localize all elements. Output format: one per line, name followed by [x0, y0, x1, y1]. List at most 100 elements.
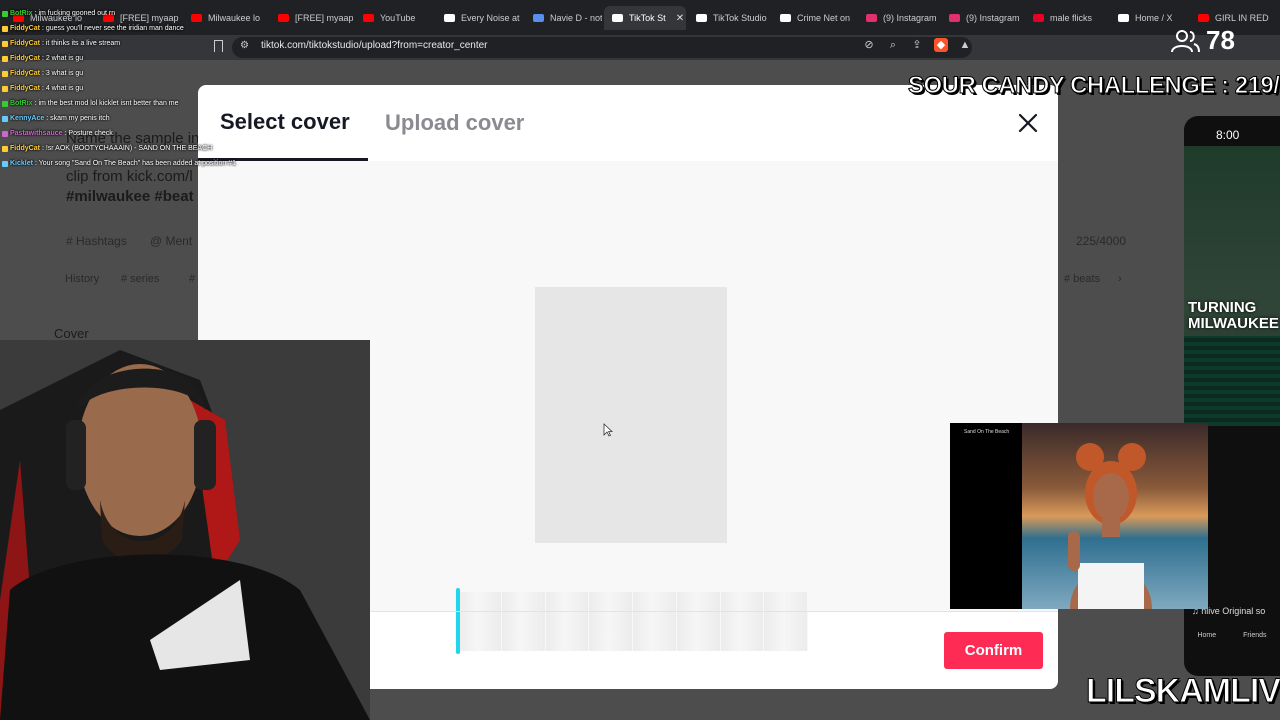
music-video-overlay: Sand On The Beach	[950, 423, 1208, 609]
share-icon[interactable]: ⇪	[910, 38, 924, 52]
tab-favicon-icon	[949, 14, 960, 22]
chat-username: FiddyCat	[10, 55, 40, 62]
video-scene	[1022, 423, 1208, 609]
chat-username: Pastawithsauce	[10, 130, 63, 137]
browser-tab-label: TikTok Studio	[713, 13, 767, 23]
chat-username: BotRix	[10, 10, 33, 17]
tab-favicon-icon	[696, 14, 707, 22]
char-counter: 225/4000	[1076, 234, 1127, 248]
chat-message: FiddyCat: !sr AOK (BOOTYCHAAAIN) - SAND …	[2, 141, 302, 156]
browser-tab[interactable]: male flicks	[1025, 6, 1108, 30]
filmstrip-frame[interactable]	[676, 592, 721, 651]
video-title: Sand On The Beach	[964, 429, 1010, 435]
browser-tab[interactable]: Navie D - noti	[525, 6, 602, 30]
phone-nav-friends: Friends	[1243, 632, 1267, 639]
tab-upload-cover[interactable]: Upload cover	[385, 110, 524, 136]
video-character	[1068, 443, 1152, 609]
phone-time: 8:00	[1216, 128, 1240, 142]
chat-text: : it thinks its a live stream	[41, 40, 121, 47]
chat-badge-icon	[2, 100, 8, 107]
chat-message: Pastawithsauce: Posture check	[2, 126, 302, 141]
filmstrip-frame[interactable]	[589, 592, 633, 651]
chat-badge-icon	[2, 55, 8, 62]
rewards-icon[interactable]: ▲	[958, 38, 972, 52]
chat-username: BotRix	[10, 100, 33, 107]
tab-favicon-icon	[780, 14, 791, 22]
frame-selector-handle[interactable]	[456, 588, 460, 654]
viewer-count: 78	[1170, 25, 1235, 56]
chat-badge-icon	[2, 160, 8, 167]
browser-tab-label: Crime Net on	[797, 13, 851, 23]
filmstrip-frame[interactable]	[458, 592, 502, 651]
chat-username: FiddyCat	[10, 70, 40, 77]
browser-tab[interactable]: Every Noise at	[436, 6, 523, 30]
tab-favicon-icon	[866, 14, 877, 22]
tab-favicon-icon	[612, 14, 623, 22]
chat-username: FiddyCat	[10, 85, 40, 92]
zoom-icon[interactable]: ⌕	[886, 38, 900, 52]
chip-beats[interactable]: # beats	[1064, 273, 1100, 285]
mention-button[interactable]: @ Ment	[150, 234, 192, 248]
description-line: #milwaukee #beat	[66, 188, 194, 205]
browser-tab-label: Home / X	[1135, 13, 1173, 23]
browser-tab-label: YouTube	[380, 13, 416, 23]
filmstrip-frame[interactable]	[501, 592, 546, 651]
chat-text: : skam my penis itch	[46, 115, 110, 122]
chat-username: FiddyCat	[10, 25, 40, 32]
close-icon[interactable]	[1016, 111, 1040, 135]
frame-filmstrip[interactable]	[458, 592, 808, 651]
tab-favicon-icon	[363, 14, 374, 22]
chat-message: Kicklet: Your song "Sand On The Beach" h…	[2, 156, 302, 171]
browser-tab[interactable]: Crime Net on	[772, 6, 856, 30]
stream-chat: BotRix: im fucking gooned out rn FiddyCat…	[2, 6, 302, 171]
filmstrip-frame[interactable]	[633, 592, 677, 651]
browser-tab[interactable]: (9) Instagram	[941, 6, 1023, 30]
browser-toolbar: ⊘ ⌕ ⇪ ◆ ▲	[862, 38, 972, 52]
tab-favicon-icon	[1198, 14, 1209, 22]
chat-text: : Your song "Sand On The Beach" has been…	[34, 160, 236, 167]
browser-tab-label: (9) Instagram	[966, 13, 1020, 23]
cover-preview-frame	[535, 287, 727, 543]
viewers-icon	[1171, 29, 1200, 52]
filmstrip-frame[interactable]	[720, 592, 765, 651]
chat-message: FiddyCat: 3 what is gu	[2, 66, 302, 81]
browser-tab-label: Navie D - noti	[550, 13, 602, 23]
browser-tab-label: [FREE] myaap	[295, 13, 353, 23]
browser-tab[interactable]: (9) Instagram	[858, 6, 939, 30]
chat-message: FiddyCat: 2 what is gu	[2, 51, 302, 66]
reader-off-icon[interactable]: ⊘	[862, 38, 876, 52]
chat-message: BotRix: im the best mod lol kicklet isnt…	[2, 96, 302, 111]
chat-badge-icon	[2, 25, 8, 32]
chat-badge-icon	[2, 145, 8, 152]
hashtags-button[interactable]: # Hashtags	[66, 234, 127, 248]
browser-tab[interactable]: YouTube	[355, 6, 434, 30]
chip-hash[interactable]: #	[189, 273, 195, 285]
brave-shield-icon[interactable]: ◆	[934, 38, 948, 52]
chat-text: : im the best mod lol kicklet isnt bette…	[34, 100, 179, 107]
filmstrip-frame[interactable]	[545, 592, 590, 651]
chip-history[interactable]: History	[65, 273, 99, 285]
browser-tab[interactable]: TikTok St ✕	[604, 6, 686, 30]
chevron-right-icon[interactable]: ›	[1118, 273, 1122, 285]
chat-text: : guess you'll never see the iridian man…	[41, 25, 184, 32]
chat-text: : 2 what is gu	[41, 55, 84, 62]
chat-text: : 3 what is gu	[41, 70, 84, 77]
chat-username: KennyAce	[10, 115, 45, 122]
phone-nav-home: Home	[1197, 632, 1217, 639]
mouse-cursor-icon	[603, 423, 613, 437]
tab-favicon-icon	[533, 14, 544, 22]
tab-favicon-icon	[1118, 14, 1129, 22]
chat-username: FiddyCat	[10, 145, 40, 152]
browser-tab[interactable]: TikTok Studio	[688, 6, 770, 30]
chip-series[interactable]: # series	[121, 273, 160, 285]
phone-studio-screens	[1184, 336, 1280, 426]
chat-username: FiddyCat	[10, 40, 40, 47]
browser-tab-label: GIRL IN RED	[1215, 13, 1269, 23]
tab-close-icon[interactable]: ✕	[676, 13, 684, 24]
browser-tab-label: Every Noise at	[461, 13, 520, 23]
chat-badge-icon	[2, 85, 8, 92]
confirm-button[interactable]: Confirm	[944, 632, 1043, 669]
filmstrip-frame[interactable]	[764, 592, 808, 651]
chat-badge-icon	[2, 130, 8, 137]
chat-message: KennyAce: skam my penis itch	[2, 111, 302, 126]
